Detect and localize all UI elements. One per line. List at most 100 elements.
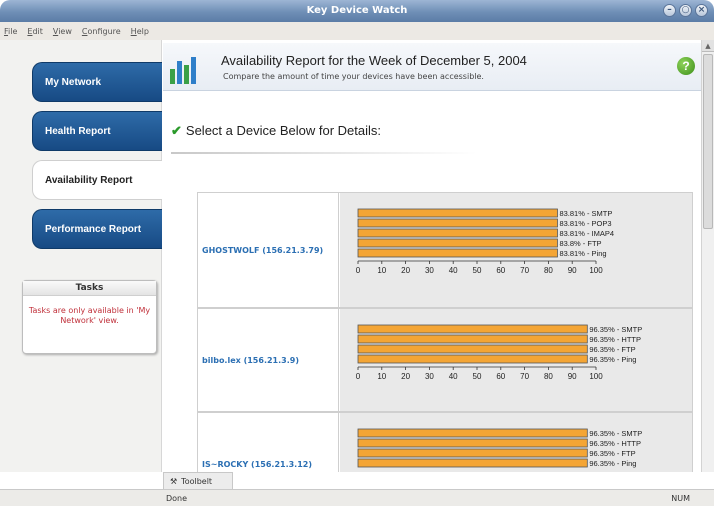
x-tick-label: 30 <box>425 266 434 275</box>
chart-bar <box>357 428 588 438</box>
content-pane: Availability Report for the Week of Dece… <box>163 40 701 472</box>
availability-chart: 83.81% - SMTP 83.81% - POP3 83.81% - IMAP4… <box>340 193 692 307</box>
main-area: My Network Health Report Availability Re… <box>0 40 714 472</box>
chart-bar <box>357 228 558 238</box>
bar-label: 96.35% - HTTP <box>589 335 641 344</box>
menu-edit[interactable]: Edit <box>27 27 43 36</box>
minimize-button[interactable]: – <box>663 4 676 17</box>
x-tick-label: 10 <box>377 372 386 381</box>
heading-divider <box>171 152 477 154</box>
device-row[interactable]: IS~ROCKY (156.21.3.12) 96.35% - SMTP 96.3… <box>197 412 693 472</box>
window-title: Key Device Watch <box>306 5 408 16</box>
bar-label: 96.35% - HTTP <box>589 439 641 448</box>
x-tick-label: 80 <box>544 266 553 275</box>
report-header: Availability Report for the Week of Dece… <box>163 43 701 91</box>
chart-svg: 83.81% - SMTP83.81% - POP383.81% - IMAP4… <box>356 208 614 275</box>
x-tick-label: 0 <box>356 266 361 275</box>
hammer-icon: ⚒ <box>170 476 178 486</box>
chart-bar <box>357 218 558 228</box>
x-tick-label: 10 <box>377 266 386 275</box>
status-text: Done <box>166 494 188 503</box>
x-tick-label: 100 <box>589 372 603 381</box>
window-controls: – ○ × <box>663 4 708 17</box>
status-bar: Done NUM <box>0 489 714 506</box>
bar-label: 96.35% - SMTP <box>589 429 642 438</box>
menu-help[interactable]: Help <box>131 27 149 36</box>
chart-bar <box>357 238 558 248</box>
bar-label: 83.81% - Ping <box>559 249 606 258</box>
left-nav: My Network Health Report Availability Re… <box>0 40 162 472</box>
x-tick-label: 60 <box>496 372 505 381</box>
select-device-heading: ✔ Select a Device Below for Details: <box>171 123 381 139</box>
page-subtitle: Compare the amount of time your devices … <box>223 72 484 81</box>
tasks-panel: Tasks Tasks are only available in 'My Ne… <box>22 280 157 354</box>
tasks-title: Tasks <box>23 281 156 296</box>
chart-bar <box>357 324 588 334</box>
chart-bar <box>357 354 588 364</box>
device-row[interactable]: bilbo.lex (156.21.3.9) 96.35% - SMTP 96.3… <box>197 308 693 412</box>
bar-label: 96.35% - FTP <box>589 449 635 458</box>
toolbelt-tab[interactable]: ⚒ Toolbelt <box>163 472 233 489</box>
menu-configure[interactable]: Configure <box>82 27 121 36</box>
x-tick-label: 90 <box>568 372 577 381</box>
x-tick-label: 70 <box>520 372 529 381</box>
x-tick-label: 20 <box>401 266 410 275</box>
scroll-thumb[interactable] <box>703 54 713 229</box>
nav-health-report[interactable]: Health Report <box>32 111 162 151</box>
bar-chart-icon <box>170 57 196 84</box>
chart-svg: 96.35% - SMTP96.35% - HTTP96.35% - FTP96… <box>357 428 642 468</box>
chart-bar <box>357 248 558 258</box>
scroll-up-icon[interactable]: ▲ <box>702 40 714 52</box>
bar-label: 96.35% - FTP <box>589 345 635 354</box>
chart-bar <box>357 208 558 218</box>
chart-bar <box>357 344 588 354</box>
device-link[interactable]: bilbo.lex (156.21.3.9) <box>198 309 339 411</box>
bar-label: 96.35% - Ping <box>589 459 636 468</box>
chart-svg: 96.35% - SMTP96.35% - HTTP96.35% - FTP96… <box>356 324 642 381</box>
bar-label: 96.35% - SMTP <box>589 325 642 334</box>
bar-label: 83.81% - IMAP4 <box>559 229 614 238</box>
x-tick-label: 60 <box>496 266 505 275</box>
nav-performance-report[interactable]: Performance Report <box>32 209 162 249</box>
chart-bar <box>357 438 588 448</box>
x-tick-label: 40 <box>449 372 458 381</box>
tasks-message: Tasks are only available in 'My Network'… <box>28 306 151 325</box>
availability-chart: 96.35% - SMTP 96.35% - HTTP 96.35% - FTP 96… <box>340 309 692 411</box>
x-tick-label: 0 <box>356 372 361 381</box>
x-tick-label: 100 <box>589 266 603 275</box>
num-lock-indicator: NUM <box>671 494 690 503</box>
device-link[interactable]: GHOSTWOLF (156.21.3.79) <box>198 193 339 307</box>
help-icon[interactable]: ? <box>677 57 695 75</box>
select-heading-text: Select a Device Below for Details: <box>185 123 381 138</box>
title-bar: Key Device Watch – ○ × <box>0 0 714 22</box>
availability-chart: 96.35% - SMTP 96.35% - HTTP 96.35% - FTP 96… <box>340 413 692 472</box>
device-table: GHOSTWOLF (156.21.3.79) 83.81% - SMTP 83.… <box>197 192 693 472</box>
bar-label: 96.35% - Ping <box>589 355 636 364</box>
chart-bar <box>357 458 588 468</box>
x-tick-label: 50 <box>473 266 482 275</box>
bar-label: 83.81% - POP3 <box>559 219 611 228</box>
chart-bar <box>357 334 588 344</box>
x-tick-label: 20 <box>401 372 410 381</box>
chart-bar <box>357 448 588 458</box>
device-link[interactable]: IS~ROCKY (156.21.3.12) <box>198 413 339 472</box>
page-title: Availability Report for the Week of Dece… <box>221 53 527 68</box>
menu-file[interactable]: File <box>4 27 17 36</box>
bar-label: 83.81% - SMTP <box>559 209 612 218</box>
device-row[interactable]: GHOSTWOLF (156.21.3.79) 83.81% - SMTP 83.… <box>197 192 693 308</box>
x-tick-label: 30 <box>425 372 434 381</box>
vertical-scrollbar[interactable]: ▲ <box>701 40 714 472</box>
x-tick-label: 50 <box>473 372 482 381</box>
nav-availability-report[interactable]: Availability Report <box>32 160 162 200</box>
x-tick-label: 40 <box>449 266 458 275</box>
menu-bar: File Edit View Configure Help <box>0 22 714 40</box>
x-tick-label: 70 <box>520 266 529 275</box>
nav-my-network[interactable]: My Network <box>32 62 162 102</box>
maximize-button[interactable]: ○ <box>679 4 692 17</box>
toolbelt-label: Toolbelt <box>181 476 213 486</box>
x-tick-label: 80 <box>544 372 553 381</box>
bar-label: 83.8% - FTP <box>559 239 601 248</box>
checkmark-icon: ✔ <box>171 123 182 138</box>
menu-view[interactable]: View <box>53 27 72 36</box>
close-button[interactable]: × <box>695 4 708 17</box>
